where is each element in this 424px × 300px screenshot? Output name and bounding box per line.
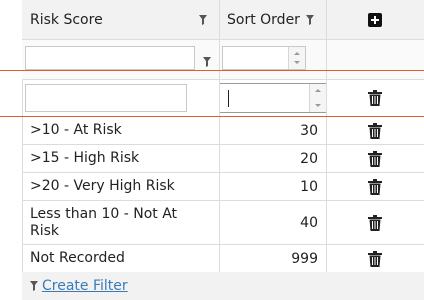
grid-header: Risk Score Sort Order <box>22 0 424 40</box>
trash-icon <box>368 150 382 167</box>
risk-score-cell: >15 - High Risk <box>30 150 140 166</box>
chevron-up-icon[interactable] <box>294 52 300 55</box>
filter-funnel-icon[interactable] <box>199 14 207 25</box>
table-row[interactable]: >10 - At Risk 30 <box>22 117 424 145</box>
column-header-sort-order[interactable]: Sort Order <box>219 0 326 39</box>
plus-square-icon <box>368 12 382 27</box>
filter-funnel-icon[interactable] <box>305 14 314 25</box>
filter-funnel-icon <box>30 281 38 291</box>
table-row[interactable]: Less than 10 - Not At Risk 40 <box>22 201 424 245</box>
delete-button[interactable] <box>326 201 424 244</box>
trash-icon <box>368 214 382 231</box>
delete-button[interactable] <box>326 245 424 272</box>
sort-order-cell: 30 <box>300 122 318 139</box>
table-row[interactable]: >15 - High Risk 20 <box>22 145 424 173</box>
delete-button[interactable] <box>326 117 424 144</box>
delete-button[interactable] <box>326 145 424 172</box>
risk-score-cell: Not Recorded <box>30 250 125 266</box>
sort-order-filter-input[interactable] <box>222 46 306 70</box>
column-header-sort-order-label: Sort Order <box>227 11 300 28</box>
sort-order-cell: 20 <box>300 150 318 167</box>
filter-funnel-icon[interactable] <box>203 55 211 71</box>
trash-icon <box>368 178 382 195</box>
create-filter-area: Create Filter <box>22 272 322 300</box>
create-filter-link[interactable]: Create Filter <box>42 278 128 294</box>
chevron-down-icon[interactable] <box>294 61 300 64</box>
table-row[interactable]: >20 - Very High Risk 10 <box>22 173 424 201</box>
add-row-button[interactable] <box>326 0 424 39</box>
risk-score-filter-input[interactable] <box>25 46 195 70</box>
risk-score-grid: Risk Score Sort Order >10 - At Risk 30 >… <box>0 0 424 300</box>
column-header-risk-score[interactable]: Risk Score <box>22 0 219 39</box>
risk-score-cell: Less than 10 - Not At Risk <box>30 205 178 239</box>
column-header-risk-score-label: Risk Score <box>30 11 103 28</box>
delete-button[interactable] <box>326 173 424 200</box>
risk-score-cell: >20 - Very High Risk <box>30 178 175 194</box>
sort-order-cell: 40 <box>300 214 318 231</box>
table-row[interactable]: Not Recorded 999 <box>22 245 424 273</box>
risk-score-cell: >10 - At Risk <box>30 122 122 138</box>
number-stepper[interactable] <box>288 47 305 69</box>
sort-order-cell: 999 <box>291 250 318 267</box>
sort-order-cell: 10 <box>300 178 318 195</box>
trash-icon <box>368 250 382 267</box>
highlight-annotation <box>0 70 424 117</box>
trash-icon <box>368 122 382 139</box>
grid-footer: Create Filter <box>22 272 424 300</box>
